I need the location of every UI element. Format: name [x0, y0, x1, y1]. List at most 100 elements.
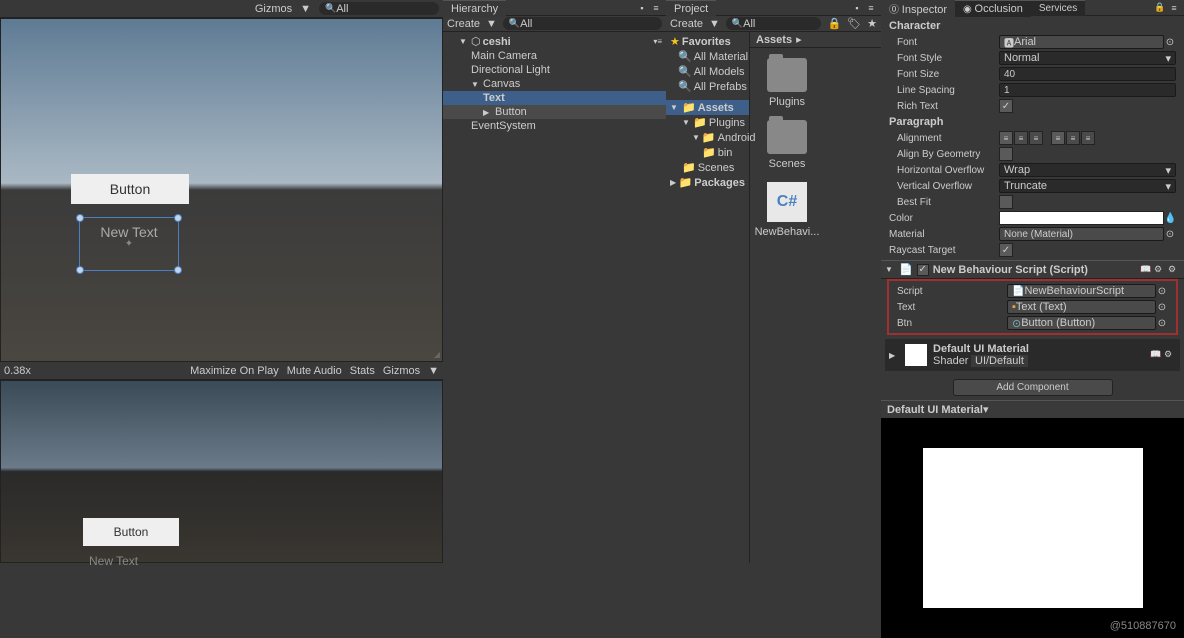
- rich-text-checkbox[interactable]: [999, 99, 1013, 113]
- paragraph-header: Paragraph: [881, 114, 1184, 130]
- line-spacing-input[interactable]: 1: [999, 83, 1176, 97]
- help-icon[interactable]: 📖: [1150, 349, 1162, 361]
- h-overflow-dropdown[interactable]: Wrap▾: [999, 163, 1176, 177]
- asset-script-file[interactable]: C#NewBehavi...: [760, 182, 814, 238]
- component-enabled-checkbox[interactable]: [917, 264, 929, 276]
- object-picker-icon[interactable]: ⊙: [1156, 302, 1168, 313]
- text-ref-label: Text: [897, 302, 1007, 313]
- gear-icon[interactable]: ⚙: [1168, 264, 1180, 276]
- font-style-dropdown[interactable]: Normal▾: [999, 51, 1176, 65]
- asset-scenes-folder[interactable]: Scenes: [760, 120, 814, 170]
- eyedropper-icon[interactable]: 💧: [1164, 213, 1176, 224]
- selection-rect[interactable]: New Text ✦: [79, 217, 179, 271]
- alignment-label: Alignment: [889, 133, 999, 144]
- object-picker-icon[interactable]: ⊙: [1156, 318, 1168, 329]
- expand-icon[interactable]: ▼: [885, 265, 895, 274]
- asset-plugins-folder[interactable]: Plugins: [760, 58, 814, 108]
- tree-bin[interactable]: 📁bin: [666, 145, 749, 160]
- assets-root[interactable]: ▼📁Assets: [666, 100, 749, 115]
- material-component[interactable]: ▶ Default UI Material Shader UI/Default …: [885, 339, 1180, 371]
- game-gizmos-dropdown[interactable]: Gizmos: [383, 365, 420, 377]
- fav-materials[interactable]: 🔍All Material: [666, 49, 749, 64]
- services-tab[interactable]: Services: [1031, 0, 1085, 16]
- asset-grid: Plugins Scenes C#NewBehavi...: [750, 48, 881, 248]
- fav-models[interactable]: 🔍All Models: [666, 64, 749, 79]
- tree-plugins[interactable]: ▼📁Plugins: [666, 115, 749, 130]
- fav-prefabs[interactable]: 🔍All Prefabs: [666, 79, 749, 94]
- menu-icon[interactable]: ≡: [1168, 2, 1180, 14]
- object-picker-icon[interactable]: ⊙: [1164, 229, 1176, 240]
- color-field[interactable]: [999, 211, 1164, 225]
- material-field[interactable]: None (Material): [999, 227, 1164, 241]
- occlusion-tab[interactable]: ◉ Occlusion: [955, 0, 1031, 17]
- rich-text-label: Rich Text: [889, 101, 999, 112]
- object-picker-icon[interactable]: ⊙: [1164, 37, 1176, 48]
- scene-toolbar: Gizmos ▼ 🔍All: [0, 0, 443, 18]
- mute-toggle[interactable]: Mute Audio: [287, 365, 342, 377]
- material-label: Material: [889, 229, 999, 240]
- anchor-gizmo[interactable]: ✦: [125, 239, 133, 250]
- game-button-ui: Button: [83, 518, 179, 546]
- btn-ref-field[interactable]: ⊙Button (Button): [1007, 316, 1156, 330]
- menu-icon[interactable]: ≡: [650, 2, 662, 14]
- gear-icon[interactable]: ⚙: [1164, 349, 1176, 361]
- script-fields-highlight: Script📄NewBehaviourScript⊙ Text▪Text (Te…: [887, 279, 1178, 335]
- game-text-ui: New Text: [89, 554, 138, 568]
- add-component-button[interactable]: Add Component: [953, 379, 1113, 396]
- filter-icon[interactable]: 🔒: [827, 17, 841, 30]
- preview-header[interactable]: Default UI Material ▾: [881, 400, 1184, 418]
- dock-icon[interactable]: ▪: [636, 2, 648, 14]
- project-breadcrumb[interactable]: Assets ▸: [750, 32, 881, 48]
- tree-eventsystem[interactable]: EventSystem: [443, 119, 666, 133]
- font-size-input[interactable]: 40: [999, 67, 1176, 81]
- font-field[interactable]: 🅰 Arial: [999, 35, 1164, 49]
- project-create-dropdown[interactable]: Create: [670, 18, 703, 30]
- material-preview[interactable]: @510887670: [881, 418, 1184, 638]
- create-dropdown[interactable]: Create: [447, 18, 480, 30]
- resize-corner-icon[interactable]: ◢: [434, 350, 440, 359]
- h-align-buttons[interactable]: ≡≡≡: [999, 131, 1043, 145]
- shader-dropdown[interactable]: UI/Default: [971, 355, 1028, 367]
- watermark: @510887670: [1110, 620, 1176, 632]
- game-view[interactable]: Button New Text: [0, 380, 443, 563]
- material-thumb: [905, 344, 927, 366]
- scene-root[interactable]: ▼⬡ ceshi▾≡: [443, 34, 666, 49]
- stats-toggle[interactable]: Stats: [350, 365, 375, 377]
- help-icon[interactable]: 📖: [1140, 264, 1152, 276]
- packages-root[interactable]: ▶📁Packages: [666, 175, 749, 190]
- game-toolbar: 0.38x Maximize On Play Mute Audio Stats …: [0, 362, 443, 380]
- scene-view[interactable]: Button New Text ✦ ◢: [0, 18, 443, 362]
- font-label: Font: [889, 37, 999, 48]
- star-icon[interactable]: ★: [867, 17, 877, 30]
- lock-icon[interactable]: 🔒: [1154, 2, 1166, 14]
- favorites-root[interactable]: ★Favorites: [666, 34, 749, 49]
- preset-icon[interactable]: ⚙: [1154, 264, 1166, 276]
- maximize-toggle[interactable]: Maximize On Play: [190, 365, 279, 377]
- dock-icon[interactable]: ▪: [851, 2, 863, 14]
- text-ref-field[interactable]: ▪Text (Text): [1007, 300, 1156, 314]
- gizmos-dropdown[interactable]: Gizmos: [255, 3, 292, 15]
- v-align-buttons[interactable]: ≡≡≡: [1051, 131, 1095, 145]
- v-overflow-dropdown[interactable]: Truncate▾: [999, 179, 1176, 193]
- color-label: Color: [889, 213, 999, 224]
- tree-button[interactable]: ▶Button: [443, 105, 666, 119]
- tree-text[interactable]: Text: [443, 91, 666, 105]
- object-picker-icon[interactable]: ⊙: [1156, 286, 1168, 297]
- align-geom-checkbox[interactable]: [999, 147, 1013, 161]
- tag-icon[interactable]: 🏷: [847, 17, 861, 30]
- scene-search[interactable]: 🔍All: [319, 2, 439, 15]
- raycast-checkbox[interactable]: [999, 243, 1013, 257]
- tree-canvas[interactable]: ▼Canvas: [443, 77, 666, 91]
- tree-directional-light[interactable]: Directional Light: [443, 63, 666, 77]
- project-tab[interactable]: Project: [666, 0, 716, 17]
- hierarchy-search[interactable]: 🔍All: [503, 17, 662, 30]
- project-search[interactable]: 🔍All: [726, 17, 822, 30]
- preview-quad: [923, 448, 1143, 608]
- v-overflow-label: Vertical Overflow: [889, 181, 999, 192]
- hierarchy-tab[interactable]: Hierarchy: [443, 0, 506, 17]
- tree-main-camera[interactable]: Main Camera: [443, 49, 666, 63]
- best-fit-checkbox[interactable]: [999, 195, 1013, 209]
- menu-icon[interactable]: ≡: [865, 2, 877, 14]
- tree-android[interactable]: ▼📁Android: [666, 130, 749, 145]
- tree-scenes[interactable]: 📁Scenes: [666, 160, 749, 175]
